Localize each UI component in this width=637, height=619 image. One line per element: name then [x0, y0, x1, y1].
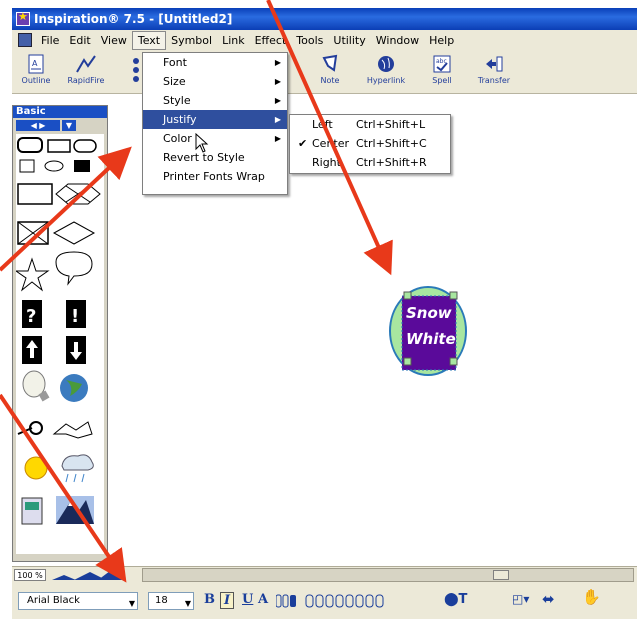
toolbar-partial-icon: [132, 56, 142, 86]
font-size-value: 18: [155, 595, 168, 606]
transfer-label: Transfer: [477, 76, 511, 85]
menu-tools[interactable]: Tools: [291, 32, 328, 49]
main-toolbar: A Outline RapidFire Note Hyperlink abc S…: [12, 50, 637, 94]
svg-text:!: !: [71, 306, 79, 327]
text-menu-size[interactable]: Size ▶: [143, 72, 287, 91]
bold-button[interactable]: B: [204, 592, 215, 607]
palette-nav: ◀ ▶ ▼: [13, 118, 107, 132]
checkmark-icon: ✔: [298, 137, 308, 150]
chevron-down-icon: ▼: [184, 599, 191, 608]
text-menu-style[interactable]: Style ▶: [143, 91, 287, 110]
font-value: Arial Black: [27, 595, 80, 606]
zoom-slider[interactable]: [50, 569, 124, 581]
menu-text[interactable]: Text: [131, 30, 167, 50]
app-icon: [16, 10, 30, 26]
shape-select-icon[interactable]: ◰▾: [512, 592, 529, 606]
rapidfire-label: RapidFire: [67, 76, 105, 85]
rapidfire-button[interactable]: RapidFire: [64, 53, 108, 91]
zoom-level[interactable]: 100 %: [14, 569, 46, 581]
window-title: Inspiration® 7.5 - [Untitled2]: [34, 12, 233, 26]
menu-effect[interactable]: Effect: [250, 32, 292, 49]
text-menu-printer-fonts[interactable]: Printer Fonts Wrap: [143, 167, 287, 186]
globe-icon: [375, 53, 397, 75]
underline-button[interactable]: U: [242, 592, 253, 607]
text-menu-revert[interactable]: Revert to Style: [143, 148, 287, 167]
snow-white-symbol[interactable]: Snow White: [388, 280, 468, 376]
justify-left[interactable]: Left Ctrl+Shift+L: [290, 115, 450, 134]
spell-check-icon: abc: [431, 53, 453, 75]
transfer-icon: [483, 53, 505, 75]
move-arrows-icon[interactable]: ⬌: [542, 590, 555, 608]
note-button[interactable]: Note: [308, 53, 352, 91]
font-select[interactable]: Arial Black ▼: [18, 592, 138, 610]
menu-bar: File Edit View Text Symbol Link Effect T…: [12, 30, 637, 50]
palette-dropdown[interactable]: ▼: [62, 119, 76, 131]
scrollbar-thumb[interactable]: [493, 570, 509, 580]
menu-help[interactable]: Help: [424, 32, 459, 49]
menu-edit[interactable]: Edit: [64, 32, 95, 49]
text-color-button[interactable]: A: [258, 592, 268, 607]
transfer-button[interactable]: Transfer: [472, 53, 516, 91]
text-box-icon[interactable]: ⬤T: [444, 592, 467, 607]
menu-window[interactable]: Window: [371, 32, 424, 49]
outline-label: Outline: [21, 76, 51, 85]
status-bar: 100 %: [12, 566, 637, 582]
document-icon[interactable]: [18, 33, 32, 47]
horizontal-scrollbar[interactable]: [142, 568, 634, 582]
menu-file[interactable]: File: [36, 32, 64, 49]
justify-submenu: Left Ctrl+Shift+L ✔ Center Ctrl+Shift+C Rig…: [289, 114, 451, 174]
title-bar: Inspiration® 7.5 - [Untitled2]: [12, 8, 637, 30]
chevron-down-icon: ▼: [128, 599, 135, 608]
menu-view[interactable]: View: [96, 32, 132, 49]
justify-center[interactable]: ✔ Center Ctrl+Shift+C: [290, 134, 450, 153]
menu-link[interactable]: Link: [217, 32, 250, 49]
hyperlink-button[interactable]: Hyperlink: [364, 53, 408, 91]
palette-title: Basic: [13, 106, 107, 118]
spell-button[interactable]: abc Spell: [420, 53, 464, 91]
text-menu-dropdown: Font ▶ Size ▶ Style ▶ Justify ▶ Color ▶ Rever…: [142, 52, 288, 195]
format-toolbar: Arial Black ▼ 18 ▼ B I U A ⬤T ◰▾ ⬌ ✋: [12, 582, 637, 619]
font-size-select[interactable]: 18 ▼: [148, 592, 194, 610]
text-menu-font[interactable]: Font ▶: [143, 53, 287, 72]
palette-prev-next[interactable]: ◀ ▶: [16, 119, 60, 131]
note-icon: [319, 53, 341, 75]
symbol-text-snow: Snow: [406, 304, 452, 322]
menu-utility[interactable]: Utility: [328, 32, 370, 49]
spacing-buttons[interactable]: [275, 594, 436, 608]
symbol-text-white: White: [406, 330, 456, 348]
menu-symbol[interactable]: Symbol: [166, 32, 217, 49]
hand-tool-icon[interactable]: ✋: [582, 588, 601, 606]
palette-shapes-svg[interactable]: ? !: [14, 134, 106, 554]
spell-label: Spell: [432, 76, 452, 85]
outline-icon: A: [25, 53, 47, 75]
palette-shapes: ? !: [14, 134, 106, 554]
text-menu-justify[interactable]: Justify ▶: [143, 110, 287, 129]
svg-text:A: A: [32, 59, 38, 68]
text-menu-color[interactable]: Color ▶: [143, 129, 287, 148]
svg-text:?: ?: [26, 306, 36, 327]
italic-button[interactable]: I: [220, 592, 235, 609]
outline-button[interactable]: A Outline: [14, 53, 58, 91]
rapidfire-icon: [75, 53, 97, 75]
mouse-cursor-icon: [195, 133, 209, 153]
hyperlink-label: Hyperlink: [366, 76, 406, 85]
symbol-palette: Basic ◀ ▶ ▼ ? !: [12, 105, 108, 562]
note-label: Note: [320, 76, 340, 85]
justify-right[interactable]: Right Ctrl+Shift+R: [290, 153, 450, 172]
